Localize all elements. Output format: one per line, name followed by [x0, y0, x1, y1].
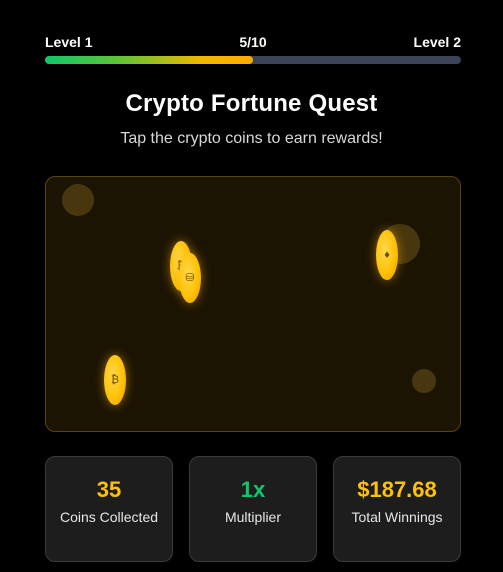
- crypto-coin[interactable]: ♦: [376, 230, 398, 280]
- crypto-coin[interactable]: ₿: [104, 355, 126, 405]
- coins-collected-card: 35 Coins Collected: [45, 456, 173, 562]
- game-title: Crypto Fortune Quest: [125, 90, 378, 117]
- level-progress-bar: [45, 56, 461, 64]
- total-winnings-value: $187.68: [357, 477, 437, 502]
- background-bubble: [412, 369, 436, 393]
- crypto-coin[interactable]: ⛁: [179, 253, 201, 303]
- multiplier-card: 1x Multiplier: [189, 456, 317, 562]
- game-instructions: Tap the crypto coins to earn rewards!: [120, 130, 383, 147]
- background-bubble: [62, 184, 94, 216]
- multiplier-value: 1x: [240, 477, 266, 502]
- coin-play-area[interactable]: ₿ ⛁ ♦ ₿: [45, 176, 461, 432]
- next-level-label: Level 2: [413, 34, 461, 50]
- multiplier-label: Multiplier: [224, 509, 281, 525]
- total-winnings-label: Total Winnings: [351, 509, 443, 525]
- progress-count-label: 5/10: [239, 34, 267, 50]
- bitcoin-icon: ₿: [110, 373, 120, 386]
- level-progress-fill: [45, 56, 253, 64]
- ethereum-icon: ♦: [384, 248, 390, 261]
- coin-stack-icon: ⛁: [185, 271, 195, 284]
- total-winnings-card: $187.68 Total Winnings: [333, 456, 461, 562]
- coins-collected-label: Coins Collected: [59, 509, 159, 525]
- level-progress-labels: Level 1 5/10 Level 2: [45, 34, 461, 52]
- coins-collected-value: 35: [96, 477, 122, 502]
- game-screen: Level 1 5/10 Level 2 Crypto Fortune Ques…: [0, 0, 503, 572]
